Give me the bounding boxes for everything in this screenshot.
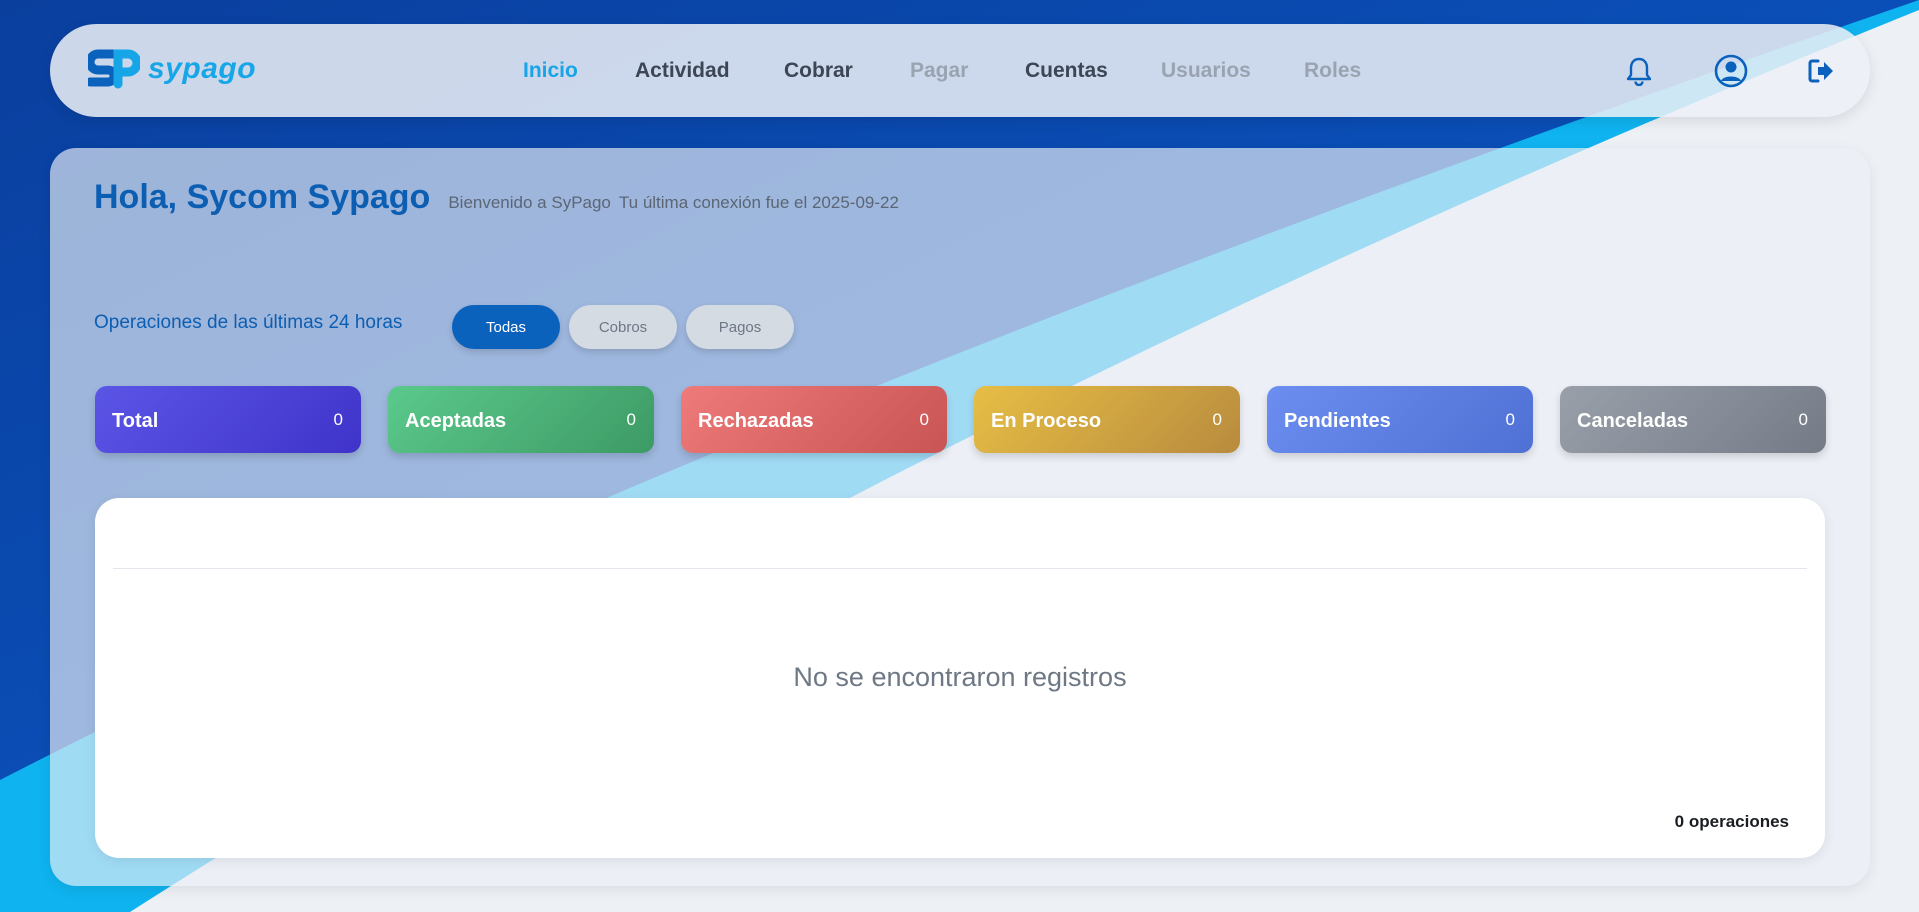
nav-link-actividad[interactable]: Actividad (635, 59, 730, 83)
stat-card-pendientes[interactable]: Pendientes 0 (1267, 386, 1533, 453)
operations-table: No se encontraron registros 0 operacione… (95, 498, 1825, 858)
greeting-title: Hola, Sycom Sypago (94, 178, 431, 216)
stat-label: En Proceso (991, 410, 1102, 432)
stat-value: 0 (333, 410, 343, 429)
operations-count: 0 operaciones (1674, 812, 1789, 831)
logout-button[interactable] (1802, 52, 1840, 90)
empty-state-message: No se encontraron registros (793, 662, 1127, 692)
stat-label: Rechazadas (698, 410, 814, 432)
stat-label: Total (112, 410, 159, 432)
stat-card-aceptadas[interactable]: Aceptadas 0 (388, 386, 654, 453)
stat-label: Canceladas (1577, 410, 1689, 432)
table-header-divider (113, 568, 1807, 569)
stat-label: Aceptadas (405, 410, 507, 432)
operations-label: Operaciones de las últimas 24 horas (94, 312, 403, 333)
stat-card-canceladas[interactable]: Canceladas 0 (1560, 386, 1826, 453)
nav-link-inicio[interactable]: Inicio (523, 59, 578, 83)
stat-card-en-proceso[interactable]: En Proceso 0 (974, 386, 1240, 453)
notifications-button[interactable] (1620, 52, 1658, 90)
dashboard-panel: Hola, Sycom Sypago Bienvenido a SyPago T… (50, 148, 1870, 886)
greeting-subtitle: Bienvenido a SyPago (448, 193, 611, 212)
nav-link-cuentas[interactable]: Cuentas (1025, 59, 1108, 83)
logout-icon (1808, 59, 1833, 83)
bell-icon (1626, 57, 1652, 86)
greeting: Hola, Sycom Sypago Bienvenido a SyPago T… (94, 178, 899, 217)
user-circle-icon (1714, 54, 1748, 88)
last-connection-text: Tu última conexión fue el 2025-09-22 (618, 193, 899, 212)
stat-value: 0 (1505, 410, 1515, 429)
stat-value: 0 (1798, 410, 1808, 429)
filter-pagos-button[interactable]: Pagos (686, 305, 794, 349)
nav-link-roles[interactable]: Roles (1304, 59, 1361, 83)
profile-button[interactable] (1712, 52, 1750, 90)
top-navbar: sypago Inicio Actividad Cobrar Pagar Cue… (50, 24, 1870, 117)
stat-card-total[interactable]: Total 0 (95, 386, 361, 453)
stat-card-rechazadas[interactable]: Rechazadas 0 (681, 386, 947, 453)
stat-value: 0 (626, 410, 636, 429)
nav-link-usuarios[interactable]: Usuarios (1161, 59, 1251, 83)
sypago-logo-icon (88, 49, 140, 89)
stat-value: 0 (919, 410, 929, 429)
filter-todas-button[interactable]: Todas (452, 305, 560, 349)
nav-link-cobrar[interactable]: Cobrar (784, 59, 853, 83)
filter-cobros-button[interactable]: Cobros (569, 305, 677, 349)
stat-value: 0 (1212, 410, 1222, 429)
nav-link-pagar[interactable]: Pagar (910, 59, 968, 83)
stat-label: Pendientes (1284, 410, 1391, 432)
brand-logo[interactable]: sypago (88, 44, 256, 94)
brand-name: sypago (148, 52, 257, 85)
